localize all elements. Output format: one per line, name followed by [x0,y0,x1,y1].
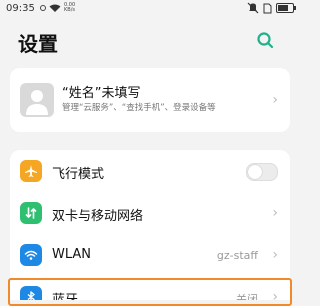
person-icon [26,90,48,115]
battery-level [278,5,288,11]
network-speed-unit: KB/s [64,7,75,13]
bluetooth-status: 关闭 [236,293,258,300]
avatar [20,83,54,117]
notification-dot-icon [40,5,46,11]
status-bar: 09:35 0.00 KB/s [0,0,300,18]
chevron-right-icon: › [272,92,278,108]
sim-card-icon [263,3,272,13]
battery-icon [276,3,296,13]
airplane-mode-toggle[interactable] [246,163,278,181]
network-speed: 0.00 KB/s [64,3,75,13]
status-right-icons [247,2,296,14]
status-time: 09:35 [6,3,35,14]
wifi-status-icon [49,4,61,12]
profile-subtitle: 管理“云服务”、“查找手机”、登录设备等 [62,103,216,113]
mute-icon [247,2,259,14]
settings-item-label: 双卡与移动网络 [52,209,144,224]
settings-item-label: WLAN [52,247,92,262]
toggle-knob [248,165,262,179]
page-title: 设置 [18,32,58,56]
settings-list: 飞行模式 双卡与移动网络 › WLAN gz-staff › 关闭 › [10,150,290,300]
settings-item-dual-sim-network[interactable]: 双卡与移动网络 › [10,192,290,234]
chevron-right-icon: › [272,205,278,221]
airplane-icon [20,160,42,182]
wlan-network-name: gz-staff [216,249,258,262]
settings-item-wlan[interactable]: WLAN gz-staff › [10,234,290,276]
settings-item-label: 飞行模式 [52,167,105,182]
chevron-right-icon: › [272,247,278,263]
search-icon[interactable] [256,31,274,49]
bluetooth-icon [20,286,42,300]
profile-card[interactable]: “姓名”未填写 管理“云服务”、“查找手机”、登录设备等 › [10,68,290,132]
wifi-icon [20,244,42,266]
settings-item-bluetooth[interactable]: 蓝牙 关闭 › [10,276,290,300]
settings-item-airplane-mode[interactable]: 飞行模式 [10,150,290,192]
sim-data-icon [20,202,42,224]
status-left-icons: 0.00 KB/s [40,3,75,13]
profile-name: “姓名”未填写 [62,86,141,101]
settings-item-label: 蓝牙 [52,289,78,300]
chevron-right-icon: › [272,289,278,300]
